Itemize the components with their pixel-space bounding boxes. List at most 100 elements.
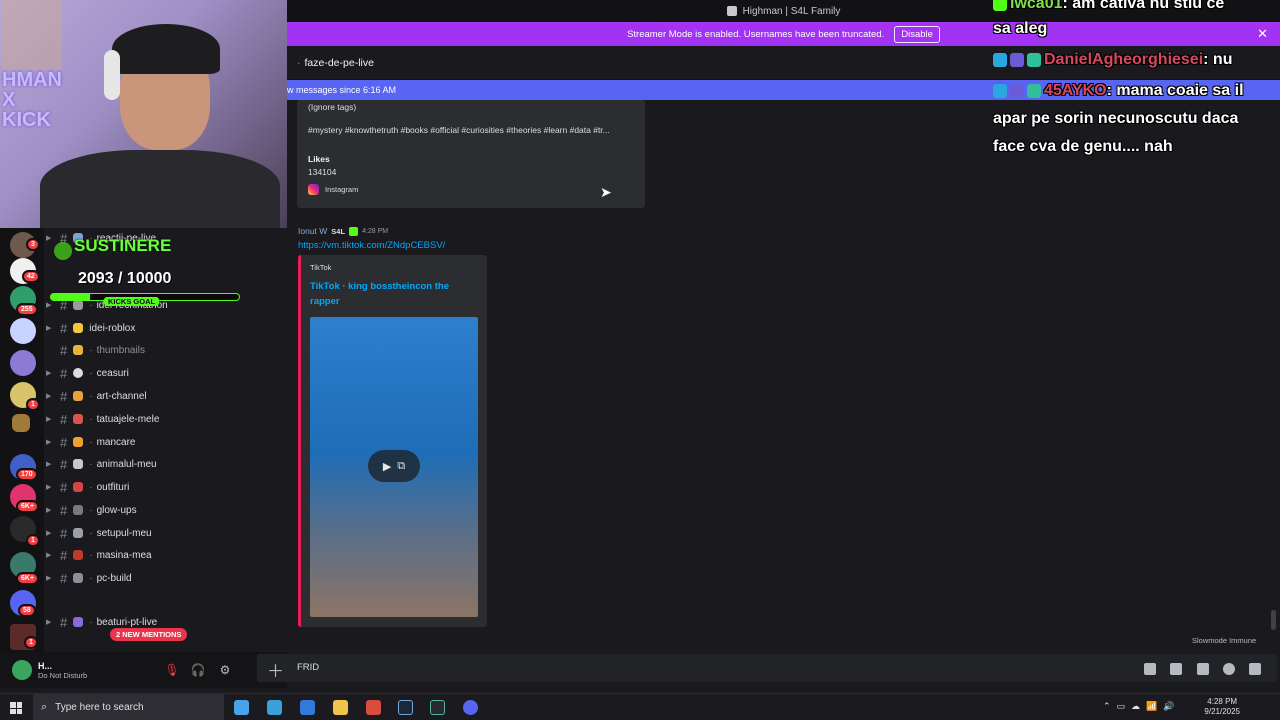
taskbar-clock[interactable]: 4:28 PM 9/21/2025 (1204, 697, 1240, 717)
brush-icon (73, 414, 84, 424)
badge-icon (1027, 52, 1041, 67)
terminal-icon[interactable] (430, 700, 445, 715)
chevron-right-icon: ▶ (46, 393, 52, 400)
message-input[interactable] (257, 654, 1277, 682)
gear-icon[interactable]: ⚙ (217, 662, 233, 678)
task-view-icon[interactable] (234, 700, 249, 715)
food-icon (73, 437, 84, 447)
embed-title[interactable]: TikTok · king bosstheincon the rapper (310, 279, 480, 309)
embed-source: Instagram (325, 185, 359, 194)
separator-dot: · (89, 344, 93, 356)
video-thumbnail[interactable]: ▶ ⧉ (310, 317, 478, 617)
channel-item[interactable]: ▶ # · art-channel (44, 385, 287, 407)
server-badge: 42 (22, 270, 40, 283)
channel-item[interactable]: ▶ # · animalul-meu (44, 453, 287, 475)
search-icon: ⌕ (41, 701, 48, 713)
channel-item[interactable]: ▶ # idei-roblox (44, 317, 287, 339)
scrollbar-thumb[interactable] (1271, 610, 1276, 630)
channel-item[interactable]: ▶ # · pc-build (44, 567, 287, 589)
sticker-icon[interactable] (1197, 663, 1209, 675)
microphone-muted-icon[interactable]: 🎙 (164, 662, 180, 678)
server-icon[interactable] (10, 318, 36, 344)
goal-progress-fill (51, 294, 91, 300)
chat-line: DanielAgheorghiesei: nu (993, 46, 1232, 74)
channel-item[interactable]: ▶ # · tatuajele-mele (44, 408, 287, 430)
tiktok-embed: TikTok TikTok · king bosstheincon the ra… (298, 255, 487, 627)
thread-icon: · (297, 56, 301, 69)
gem-icon (54, 242, 72, 260)
steam-icon[interactable] (398, 700, 413, 715)
windows-start-icon[interactable] (10, 702, 22, 714)
play-button[interactable]: ▶ ⧉ (368, 450, 420, 482)
chat-username: iwca01 (1010, 0, 1063, 12)
streaming-app-icon[interactable] (366, 700, 381, 715)
chevron-right-icon: ▶ (46, 507, 52, 514)
chevron-right-icon: ▶ (46, 552, 52, 559)
edge-icon[interactable] (300, 700, 315, 715)
channel-item[interactable]: ▶ # · setupul-meu (44, 522, 287, 544)
channel-label: tatuajele-mele (96, 413, 160, 425)
new-mentions-pill[interactable]: 2 NEW MENTIONS (110, 628, 188, 641)
channel-item[interactable]: ▶ # · masina-mea (44, 544, 287, 566)
discord-icon[interactable] (463, 700, 478, 715)
role-tag: S4L (331, 226, 346, 236)
chevron-right-icon: ▶ (46, 484, 52, 491)
channel-item[interactable]: # · thumbnails (44, 339, 287, 361)
plus-icon[interactable]: ＋ (267, 657, 284, 682)
server-badge: 1 (26, 398, 40, 411)
goal-label: KICKS GOAL (104, 297, 160, 306)
badge-icon (1027, 83, 1041, 98)
server-badge: 170 (16, 468, 38, 481)
play-icon: ▶ (382, 460, 392, 473)
channel-item[interactable]: ▶ # · outfituri (44, 476, 287, 498)
chat-line: face cva de genu.... nah (993, 133, 1173, 161)
pc-icon (73, 573, 84, 583)
chat-text: : mama coaie sa il (1106, 82, 1244, 99)
music-icon (73, 617, 84, 627)
user-status: Do Not Disturb (38, 670, 88, 680)
chevron-right-icon: ▶ (46, 439, 52, 446)
chat-line: apar pe sorin necunoscutu daca (993, 105, 1238, 133)
tiktok-link[interactable]: https://vm.tiktok.com/ZNdpCEBSV/ (298, 240, 445, 251)
avatar[interactable] (12, 660, 32, 680)
webcam-overlay: HMAN X KICK (0, 0, 287, 228)
search-placeholder: Type here to search (55, 702, 144, 713)
window-title: Highman | S4L Family (742, 5, 841, 17)
mirror-icon (73, 505, 84, 515)
messages-area: (Ignore tags) #mystery #knowthetruth #bo… (260, 100, 1280, 648)
system-tray[interactable]: ⌃▭☁📶🔊 (1103, 701, 1180, 712)
badge-icon (993, 0, 1007, 11)
channel-label: setupul-meu (96, 527, 152, 539)
goal-title: SUSTINERE (74, 236, 172, 255)
clock-icon (73, 368, 84, 378)
channel-item[interactable]: ▶ # · ceasuri (44, 362, 287, 384)
user-info[interactable]: H... Do Not Disturb (38, 661, 87, 680)
server-icon[interactable] (12, 414, 30, 432)
disable-streamer-mode-button[interactable]: Disable (894, 25, 940, 43)
file-explorer-icon[interactable] (333, 700, 348, 715)
channel-item[interactable]: ▶ # · mancare (44, 431, 287, 453)
message-author[interactable]: Ionut W (298, 226, 327, 236)
embed-ignore-tags: (Ignore tags) (308, 102, 357, 112)
gif-icon[interactable] (1170, 663, 1182, 675)
chat-username: 45AYKO (1044, 82, 1107, 99)
embed-likes-label: Likes (308, 154, 330, 164)
app-window: Highman | S4L Family Streamer Mode is en… (0, 0, 1280, 720)
gift-icon[interactable] (1144, 663, 1156, 675)
apps-icon[interactable] (1249, 663, 1261, 675)
channel-label: glow-ups (96, 504, 137, 516)
server-badge: 6K+ (16, 500, 40, 513)
separator-dot: · (89, 572, 93, 584)
webcam-beanie (112, 24, 220, 74)
channel-item[interactable]: ▶ # · glow-ups (44, 499, 287, 521)
taskbar-search[interactable]: ⌕ Type here to search (33, 694, 224, 720)
subscription-goal-overlay: SUSTINERE 2093 / 10000 KICKS GOAL (44, 228, 244, 306)
server-icon[interactable] (10, 350, 36, 376)
chat-text: sa aleg (993, 20, 1048, 37)
separator-dot: · (89, 413, 93, 425)
headphones-muted-icon[interactable]: 🎧 (190, 662, 206, 678)
copilot-icon[interactable] (267, 700, 282, 715)
hash-icon: # (60, 456, 68, 472)
emoji-icon[interactable] (1223, 663, 1235, 675)
car-icon (73, 550, 84, 560)
